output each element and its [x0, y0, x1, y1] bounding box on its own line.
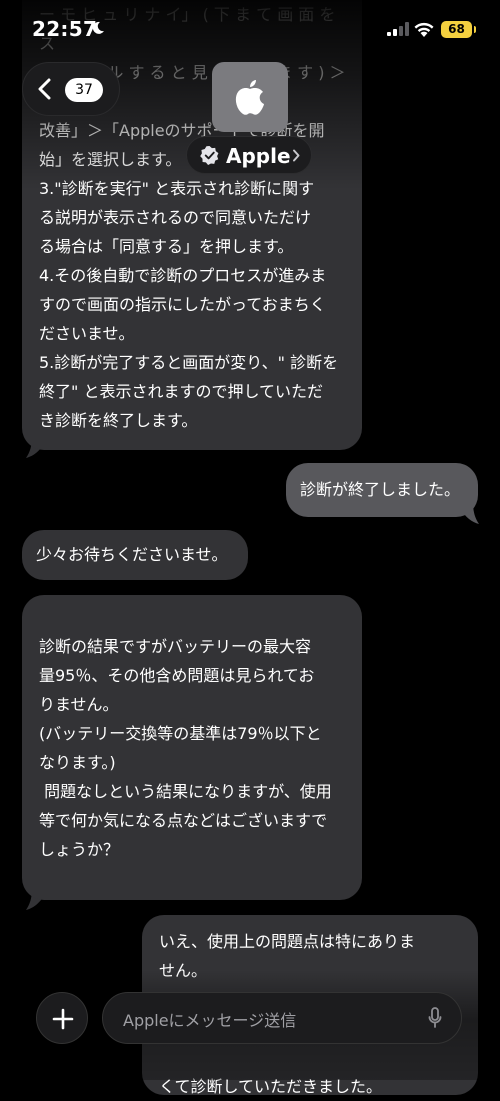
moon-icon	[92, 21, 104, 34]
contact-name: Apple	[226, 144, 291, 168]
status-time: 22:57	[32, 17, 98, 41]
message-input[interactable]: Appleにメッセージ送信	[102, 992, 462, 1044]
chevron-right-icon	[293, 149, 300, 162]
plus-icon	[52, 1008, 74, 1030]
message-bubble-received: 少々お待ちくださいませ。	[22, 530, 248, 580]
message-text: 診断の結果ですがバッテリーの最大容 量95％、その他含め問題は見られてお りませ…	[39, 637, 332, 859]
message-text: 少々お待ちくださいませ。	[36, 545, 228, 564]
message-text: 診断が終了しました。	[300, 480, 461, 499]
unread-count-badge: 37	[65, 78, 103, 102]
message-bubble-received: 診断の結果ですがバッテリーの最大容 量95％、その他含め問題は見られてお りませ…	[22, 595, 362, 900]
contact-avatar[interactable]	[212, 62, 288, 132]
message-input-placeholder: Appleにメッセージ送信	[123, 1011, 297, 1030]
add-attachment-button[interactable]	[36, 992, 88, 1044]
back-button[interactable]: 37	[22, 62, 120, 116]
apple-logo-icon	[235, 80, 264, 115]
contact-name-button[interactable]: Apple	[186, 136, 312, 174]
status-bar: 22:57 68	[0, 0, 500, 56]
wifi-icon	[414, 22, 434, 37]
microphone-icon[interactable]	[428, 1007, 442, 1029]
battery-icon: 68	[441, 21, 476, 38]
verified-badge-icon	[200, 146, 219, 165]
chevron-left-icon	[38, 78, 51, 100]
message-bubble-sent: 診断が終了しました。	[286, 463, 478, 517]
cellular-signal-icon	[387, 22, 409, 36]
